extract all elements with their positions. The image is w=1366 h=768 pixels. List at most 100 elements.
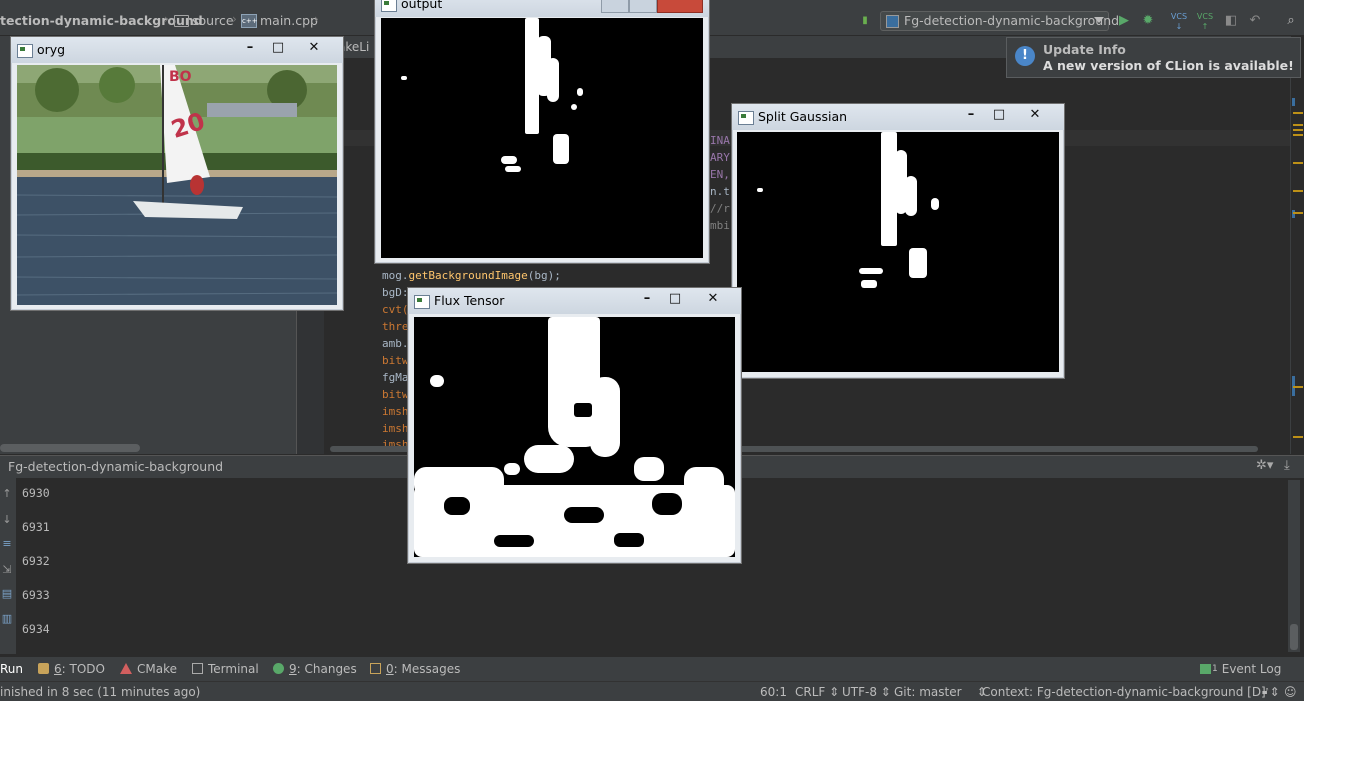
maximize-icon[interactable] <box>629 0 657 13</box>
lock-icon[interactable]: 🔓︎ <box>1262 686 1268 697</box>
scroll-to-end-icon[interactable]: ⇲ <box>1 564 13 576</box>
tool-messages[interactable]: 0: Messages <box>370 662 460 676</box>
inspector-icon[interactable]: ☺ <box>1284 685 1297 699</box>
warning-marker[interactable] <box>1293 112 1303 114</box>
revert-icon[interactable]: ↶ <box>1246 12 1264 30</box>
window-titlebar[interactable]: output <box>375 0 709 17</box>
warning-marker[interactable] <box>1293 436 1303 438</box>
trash-icon[interactable]: ▥ <box>1 613 13 625</box>
debug-icon[interactable]: ✹ <box>1139 12 1157 30</box>
code-line: bgD: <box>382 286 409 299</box>
foreground-blob <box>430 375 444 387</box>
breadcrumb-file[interactable]: main.cpp <box>260 13 318 28</box>
maximize-icon[interactable]: □ <box>662 290 688 308</box>
project-horizontal-scrollbar[interactable] <box>0 444 140 452</box>
run-configuration-label: Fg-detection-dynamic-background <box>904 13 1120 28</box>
minimize-icon[interactable]: – <box>634 290 660 308</box>
code-fragment: n.t <box>710 185 730 198</box>
close-icon[interactable] <box>657 0 703 13</box>
flux-tensor-window[interactable]: Flux Tensor – □ ✕ <box>407 287 742 564</box>
background-hole <box>494 535 534 547</box>
minimize-icon[interactable] <box>601 0 629 13</box>
run-configuration-select[interactable]: Fg-detection-dynamic-background <box>880 11 1119 31</box>
tool-todo[interactable]: 6: TODO <box>38 662 105 676</box>
vcs-history-icon[interactable]: ◧ <box>1222 12 1240 30</box>
background-hole <box>574 403 592 417</box>
scrollbar-thumb[interactable] <box>1290 624 1298 650</box>
window-title: Split Gaussian <box>758 109 848 124</box>
vcs-commit-icon[interactable]: VCS ↑ <box>1196 12 1214 31</box>
split-gaussian-window[interactable]: Split Gaussian – □ ✕ <box>731 103 1065 379</box>
output-window[interactable]: output <box>374 0 710 264</box>
up-arrow-icon[interactable]: ↑ <box>1 488 13 500</box>
search-icon[interactable]: ⌕ <box>1282 12 1300 30</box>
tool-window-strip: Run 6: TODO CMake Terminal 9: Changes 0:… <box>0 656 1304 681</box>
close-icon[interactable]: ✕ <box>301 39 327 57</box>
window-titlebar[interactable]: Split Gaussian – □ ✕ <box>732 104 1064 130</box>
code-line: bitw <box>382 388 409 401</box>
console-line: 6932 <box>22 554 50 568</box>
file-encoding[interactable]: UTF-8 ⇕ <box>842 685 891 699</box>
soft-wrap-icon[interactable]: ≡ <box>1 538 13 550</box>
warning-marker[interactable] <box>1293 386 1303 388</box>
chevron-down-icon <box>1094 17 1104 23</box>
maximize-icon[interactable]: □ <box>265 39 291 57</box>
breadcrumb-separator: › <box>164 12 169 26</box>
oryg-window[interactable]: oryg – □ ✕ BO 20 <box>10 36 344 311</box>
update-notification[interactable]: ! Update Info A new version of CLion is … <box>1006 37 1301 78</box>
close-icon[interactable]: ✕ <box>1022 106 1048 124</box>
warning-marker[interactable] <box>1293 190 1303 192</box>
foreground-blob <box>505 166 521 172</box>
git-branch[interactable]: Git: master ⇕ <box>894 685 987 699</box>
tool-event-log[interactable]: 1 Event Log <box>1200 662 1281 676</box>
window-titlebar[interactable]: Flux Tensor – □ ✕ <box>408 288 741 314</box>
foreground-blob <box>859 268 883 274</box>
context-selector[interactable]: Context: Fg-detection-dynamic-background… <box>982 685 1280 699</box>
tool-cmake[interactable]: CMake <box>120 662 177 676</box>
console-vertical-scrollbar[interactable] <box>1288 480 1300 652</box>
warning-marker[interactable] <box>1293 162 1303 164</box>
window-icon <box>381 0 397 12</box>
error-stripe <box>1290 36 1304 454</box>
code-fragment: mbi <box>710 219 730 232</box>
foreground-blob <box>909 248 927 278</box>
tool-todo-number: 6 <box>54 662 62 676</box>
print-icon[interactable]: ▤ <box>1 588 13 600</box>
build-icon[interactable]: ▮ <box>856 12 874 30</box>
breadcrumb-project[interactable]: tection-dynamic-background <box>0 13 203 28</box>
tool-changes-number: 9 <box>289 662 297 676</box>
minimize-icon[interactable]: – <box>958 106 984 124</box>
warning-marker[interactable] <box>1293 124 1303 126</box>
line-separator[interactable]: CRLF ⇕ <box>795 685 839 699</box>
settings-gear-icon[interactable]: ✲▾ <box>1256 458 1273 473</box>
minimize-icon[interactable]: – <box>237 39 263 57</box>
warning-marker[interactable] <box>1293 212 1303 214</box>
warning-marker[interactable] <box>1293 129 1303 131</box>
maximize-icon[interactable]: □ <box>986 106 1012 124</box>
close-icon[interactable]: ✕ <box>700 290 726 308</box>
notification-body[interactable]: A new version of CLion is available! <box>1043 58 1294 73</box>
code-line: mog.getBackgroundImage(bg); <box>382 269 561 282</box>
tool-run[interactable]: Run <box>0 662 23 676</box>
tool-terminal[interactable]: Terminal <box>192 662 259 676</box>
tool-changes[interactable]: 9: Changes <box>273 662 357 676</box>
code-fragment: INA <box>710 134 730 147</box>
background-hole <box>564 507 604 523</box>
foreground-blob <box>524 445 574 473</box>
caret-position[interactable]: 60:1 <box>760 685 787 699</box>
scroll-marker[interactable] <box>1292 98 1295 106</box>
run-icon[interactable]: ▶ <box>1115 12 1133 30</box>
warning-marker[interactable] <box>1293 134 1303 136</box>
down-arrow-icon[interactable]: ↓ <box>1 514 13 526</box>
messages-icon <box>370 663 381 674</box>
output-mask-frame <box>381 18 703 258</box>
tool-changes-label: : Changes <box>296 662 357 676</box>
foreground-blob <box>547 58 559 102</box>
info-icon: ! <box>1015 46 1035 66</box>
window-titlebar[interactable]: oryg – □ ✕ <box>11 37 343 63</box>
breadcrumb-folder[interactable]: source <box>192 13 234 28</box>
vcs-update-icon[interactable]: VCS ↓ <box>1170 12 1188 31</box>
code-line: amb. <box>382 337 409 350</box>
window-title: Flux Tensor <box>434 293 505 308</box>
hide-panel-icon[interactable]: ⤓ <box>1284 458 1290 473</box>
